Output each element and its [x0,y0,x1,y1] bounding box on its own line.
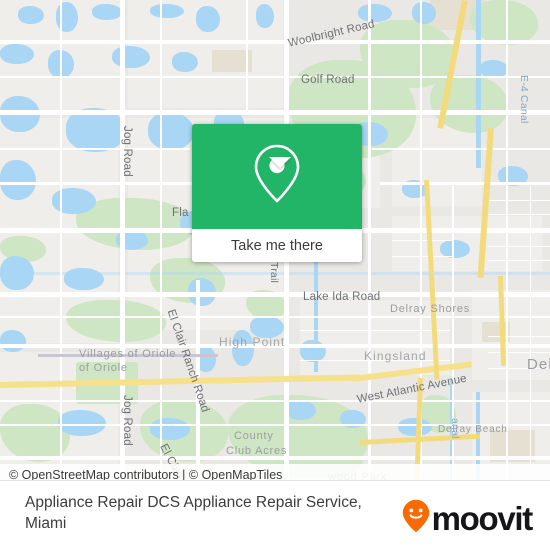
map-label-high-point: High Point [219,335,286,349]
map-label-delray-edge: Delr [527,356,550,373]
map-canvas[interactable]: Woolbright Road Golf Road Jog Road Jog R… [0,0,550,480]
map-label-canal-right: anal [449,418,461,439]
popup-header [192,124,362,229]
map-label-villages-of-oriole-line2: of Oriole [79,362,128,374]
map-label-el-clair-ranch-road-mid: El Clair Ranch Road [164,308,212,415]
map-label-jog-road-bottom: Jog Road [121,395,133,446]
map-label-west-atlantic-avenue: West Atlantic Avenue [356,372,468,406]
map-label-delray-shores: Delray Shores [390,303,471,315]
map-label-woolbright-road: Woolbright Road [287,18,376,50]
screenshot-root: Woolbright Road Golf Road Jog Road Jog R… [0,0,550,550]
take-me-there-button[interactable]: Take me there [192,229,362,262]
map-label-county-club-acres-line2: Club Acres [226,445,288,457]
map-label-fla: Fla [172,207,189,219]
place-caption: Appliance Repair DCS Appliance Repair Se… [25,494,362,532]
map-label-lake-ida-road: Lake Ida Road [303,291,381,303]
map-label-kingsland: Kingsland [364,349,427,363]
moovit-smiley-pin-icon [402,499,430,538]
moovit-logo[interactable]: moovit [402,499,534,538]
map-label-villages-of-oriole-line1: Villages of Oriole [79,348,177,360]
attribution-text[interactable]: © OpenStreetMap contributors | © OpenMap… [0,468,282,480]
map-label-trail: Trail [268,262,280,284]
take-me-there-label: Take me there [231,237,323,254]
moovit-wordmark: moovit [431,500,534,537]
map-label-county-club-acres-line1: County [234,430,274,442]
popup-pointer-tail [269,157,291,168]
map-label-jog-road-top: Jog Road [121,126,133,177]
map-pin-icon [252,143,302,210]
map-label-golf-road: Golf Road [301,74,355,86]
map-attribution-bar: © OpenStreetMap contributors | © OpenMap… [0,464,550,480]
map-label-e4-canal: E-4 Canal [518,75,530,124]
footer-bar: Appliance Repair DCS Appliance Repair Se… [0,480,550,550]
map-popup-card[interactable]: Take me there [192,124,362,262]
